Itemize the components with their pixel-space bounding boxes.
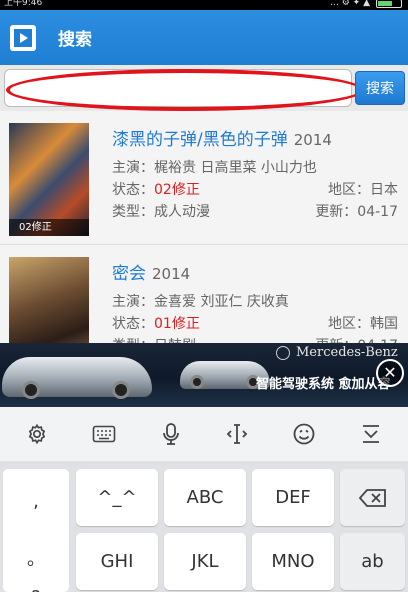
punctuation-column[interactable]: , 。 ?: [3, 469, 69, 592]
ad-slogan: 智能驾驶系统 愈加从容: [256, 377, 391, 392]
result-title-line[interactable]: 密会 2014: [112, 259, 190, 284]
search-button[interactable]: 搜索: [355, 71, 405, 105]
ad-brand: Mercedes-Benz: [276, 345, 398, 360]
settings-icon[interactable]: [19, 416, 55, 452]
status-bar: 上午9:46 … ⚙ ✦ ▲: [0, 0, 408, 10]
search-input[interactable]: [4, 69, 352, 107]
status-icons: … ⚙ ✦ ▲: [330, 0, 402, 8]
result-updated: 更新：04-17: [315, 335, 398, 343]
key-abc[interactable]: ABC: [164, 469, 246, 526]
list-item[interactable]: 密会 2014 主演：金喜爱 刘亚仁 庆收真 状态：01修正 地区：韩国 类型：日…: [0, 245, 408, 343]
ad-banner[interactable]: Mercedes-Benz 智能驾驶系统 愈加从容 ✕: [0, 343, 408, 407]
result-list: 02修正 漆黑的子弹/黑色的子弹 2014 主演：梶裕贵 日高里菜 小山力也 状态…: [0, 111, 408, 343]
result-region: 地区：日本: [328, 182, 398, 198]
result-title[interactable]: 漆黑的子弹/黑色的子弹: [112, 130, 288, 150]
result-year: 2014: [152, 265, 191, 283]
page-title: 搜索: [58, 30, 92, 50]
key-mno[interactable]: MNO: [252, 533, 334, 590]
result-status: 状态：02修正: [112, 179, 200, 199]
app-logo-icon[interactable]: [10, 24, 36, 51]
result-cast: 主演：梶裕贵 日高里菜 小山力也: [112, 160, 317, 176]
backspace-key[interactable]: [340, 469, 405, 526]
result-updated: 更新：04-17: [315, 204, 398, 220]
microphone-icon[interactable]: [153, 416, 189, 452]
battery-icon: [376, 0, 402, 8]
car-image: [2, 357, 152, 399]
poster-image[interactable]: 02修正: [9, 123, 89, 236]
punct-key[interactable]: ?: [3, 587, 69, 592]
keyboard-toolbar: [0, 407, 408, 461]
punct-key[interactable]: 。: [3, 545, 69, 571]
brand-logo-icon: [276, 345, 290, 360]
key-jkl[interactable]: JKL: [164, 533, 246, 590]
keyboard: , 。 ? ^_^ ABC DEF GHI JKL MNO ab: [0, 461, 408, 592]
status-value: 02修正: [154, 182, 200, 198]
keyboard-icon[interactable]: [86, 416, 122, 452]
status-label: 状态：: [112, 182, 154, 198]
result-cast: 主演：金喜爱 刘亚仁 庆收真: [112, 294, 289, 310]
emoji-icon[interactable]: [286, 416, 322, 452]
backspace-icon: [358, 488, 386, 507]
result-status: 状态：01修正: [112, 313, 200, 333]
result-year: 2014: [293, 131, 332, 149]
status-time: 上午9:46: [4, 0, 43, 8]
poster-badge: 02修正: [9, 219, 89, 236]
result-type: 类型：日韩剧: [112, 335, 196, 343]
key-ghi[interactable]: GHI: [76, 533, 158, 590]
status-indicators: … ⚙ ✦ ▲: [329, 0, 370, 8]
result-type: 类型：成人动漫: [112, 204, 210, 220]
cursor-icon[interactable]: [219, 416, 255, 452]
wheel-shape: [22, 381, 40, 399]
poster-image[interactable]: [9, 257, 89, 343]
key-emoticon[interactable]: ^_^: [76, 469, 158, 526]
wheel-shape: [112, 381, 130, 399]
app-header: 搜索: [0, 10, 408, 65]
wheel-shape: [190, 375, 204, 389]
result-title[interactable]: 密会: [112, 264, 146, 284]
search-row: 搜索: [0, 65, 408, 111]
status-label: 状态：: [112, 316, 154, 332]
key-def[interactable]: DEF: [252, 469, 334, 526]
status-value: 01修正: [154, 316, 200, 332]
hide-keyboard-icon[interactable]: [353, 416, 389, 452]
punct-key[interactable]: ,: [3, 491, 69, 512]
result-region: 地区：韩国: [328, 316, 398, 332]
switch-keyboard-key[interactable]: ab: [340, 533, 405, 590]
close-icon[interactable]: ✕: [376, 359, 404, 387]
result-title-line[interactable]: 漆黑的子弹/黑色的子弹 2014: [112, 125, 332, 150]
ad-brand-text: Mercedes-Benz: [296, 345, 398, 360]
list-item[interactable]: 02修正 漆黑的子弹/黑色的子弹 2014 主演：梶裕贵 日高里菜 小山力也 状态…: [0, 111, 408, 245]
